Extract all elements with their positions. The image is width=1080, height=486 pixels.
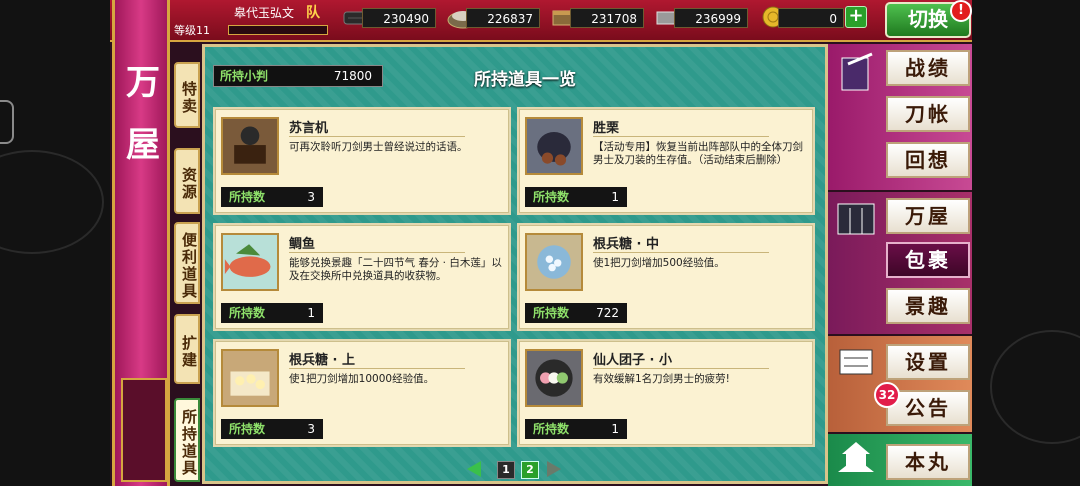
item-count-label: 所持数	[533, 306, 570, 320]
panel-title: 所持道具一览	[474, 70, 576, 90]
item-name: 苏言机	[289, 121, 329, 136]
owned-items-panel: 所持小判 71800 所持道具一览 苏言机 可再次聆听刀剑男士曾经说过的话语。 …	[202, 44, 828, 484]
background-swirl-decoration	[0, 150, 104, 254]
chestnut-icon	[525, 117, 583, 175]
item-card[interactable]: 根兵糖 · 上 使1把刀剑增加10000经验值。 所持数 3	[213, 339, 511, 447]
item-count-value: 722	[596, 306, 619, 320]
item-description: 可再次聆听刀剑男士曾经说过的话语。	[289, 141, 468, 153]
signboard-icon	[839, 349, 873, 375]
item-count-label: 所持数	[229, 422, 266, 436]
level-label: 等级11	[174, 24, 210, 37]
tab-convenience-items[interactable]: 便利道具	[174, 222, 200, 304]
item-description: 【活动专用】恢复当前出阵部队中的全体刀剑男士及刀装的生存值。（活动结束后删除）	[593, 141, 803, 166]
resource-charcoal-value: 230490	[362, 8, 436, 28]
item-divider	[289, 252, 465, 253]
right-menu: 战绩 刀帐 回想 万屋 包裹 景趣 设置 公告 本丸 32	[828, 44, 972, 486]
tab-owned-items[interactable]: 所持道具	[174, 398, 200, 482]
item-description: 能够兑换景趣「二十四节气 春分 · 白木莲」以及在交换所中兑换道具的收获物。	[289, 257, 502, 282]
gold-coin-value: 0	[778, 8, 844, 28]
scenery-button[interactable]: 景趣	[886, 288, 970, 324]
tab-special-sale[interactable]: 特卖	[174, 62, 200, 128]
owned-coin-label: 所持小判	[220, 69, 269, 83]
resource-whetstone-value: 236999	[674, 8, 748, 28]
recollection-button[interactable]: 回想	[886, 142, 970, 178]
first-page-button[interactable]	[467, 461, 481, 477]
item-divider	[289, 136, 465, 137]
item-count-bar: 所持数 1	[525, 419, 627, 439]
item-description: 使1把刀剑增加500经验值。	[593, 257, 725, 269]
home-button[interactable]: 本丸	[886, 444, 970, 480]
item-name: 胜栗	[593, 121, 620, 136]
shop-title-char: 万	[126, 63, 160, 103]
exp-bar	[228, 25, 328, 35]
item-count-label: 所持数	[533, 190, 570, 204]
item-divider	[593, 252, 769, 253]
add-coin-button[interactable]: +	[845, 6, 867, 28]
sea-bream-icon	[221, 233, 279, 291]
item-count-label: 所持数	[229, 306, 266, 320]
item-name: 仙人团子 · 小	[593, 353, 672, 368]
background-swirl-decoration	[990, 330, 1080, 444]
item-divider	[593, 136, 769, 137]
owned-coin-bar: 所持小判 71800	[213, 65, 383, 87]
dango-icon	[525, 349, 583, 407]
shop-button[interactable]: 万屋	[886, 198, 970, 234]
item-name: 鲷鱼	[289, 237, 316, 252]
sword-ledger-button[interactable]: 刀帐	[886, 96, 970, 132]
item-count-value: 1	[611, 422, 619, 436]
resource-steel-value: 226837	[466, 8, 540, 28]
page-2-button[interactable]: 2	[521, 461, 539, 479]
tab-expansion[interactable]: 扩建	[174, 314, 200, 384]
inventory-button[interactable]: 包裹	[886, 242, 970, 278]
last-page-button[interactable]	[547, 461, 561, 477]
gramophone-icon	[221, 117, 279, 175]
player-name: 皋代玉弘文	[234, 6, 295, 20]
item-card[interactable]: 苏言机 可再次聆听刀剑男士曾经说过的话语。 所持数 3	[213, 107, 511, 215]
shop-banner: 万 屋	[112, 0, 170, 486]
item-card[interactable]: 根兵糖 · 中 使1把刀剑增加500经验值。 所持数 722	[517, 223, 815, 331]
team-label[interactable]: 队	[306, 2, 320, 22]
konpeito-medium-icon	[525, 233, 583, 291]
system-edge-handle[interactable]	[0, 100, 14, 144]
item-card[interactable]: 仙人团子 · 小 有效缓解1名刀剑男士的疲劳! 所持数 1	[517, 339, 815, 447]
item-count-label: 所持数	[533, 422, 570, 436]
item-count-value: 3	[307, 190, 315, 204]
item-description: 使1把刀剑增加10000经验值。	[289, 373, 435, 385]
item-count-bar: 所持数 1	[221, 303, 323, 323]
item-count-label: 所持数	[229, 190, 266, 204]
resource-coolant-value: 231708	[570, 8, 644, 28]
item-description: 有效缓解1名刀剑男士的疲劳!	[593, 373, 730, 385]
castle-icon	[838, 442, 874, 472]
notebook-icon	[841, 52, 873, 91]
item-count-bar: 所持数 3	[221, 187, 323, 207]
item-card[interactable]: 胜栗 【活动专用】恢复当前出阵部队中的全体刀剑男士及刀装的生存值。（活动结束后删…	[517, 107, 815, 215]
game-screen: 皋代玉弘文 队 等级11 230490 226837 231708 236999	[110, 0, 972, 486]
item-count-bar: 所持数 1	[525, 187, 627, 207]
alert-badge: !	[950, 0, 972, 22]
notice-count-badge: 32	[874, 382, 900, 408]
item-card[interactable]: 鲷鱼 能够兑换景趣「二十四节气 春分 · 白木莲」以及在交换所中兑换道具的收获物…	[213, 223, 511, 331]
item-name: 根兵糖 · 中	[593, 237, 659, 252]
records-button[interactable]: 战绩	[886, 50, 970, 86]
shop-curtain-icon	[837, 203, 875, 235]
konpeito-large-icon	[221, 349, 279, 407]
item-count-bar: 所持数 3	[221, 419, 323, 439]
item-count-value: 1	[307, 306, 315, 320]
settings-button[interactable]: 设置	[886, 344, 970, 380]
item-divider	[289, 368, 465, 369]
item-name: 根兵糖 · 上	[289, 353, 355, 368]
tab-resources[interactable]: 资源	[174, 148, 200, 214]
page-1-button[interactable]: 1	[497, 461, 515, 479]
shop-title: 万 屋	[123, 52, 163, 176]
item-count-value: 3	[307, 422, 315, 436]
owned-coin-value: 71800	[333, 69, 372, 83]
item-divider	[593, 368, 769, 369]
top-bar: 皋代玉弘文 队 等级11 230490 226837 231708 236999	[110, 0, 972, 42]
item-count-value: 1	[611, 190, 619, 204]
shop-title-char: 屋	[126, 125, 160, 165]
banner-decoration	[121, 378, 167, 482]
item-count-bar: 所持数 722	[525, 303, 627, 323]
